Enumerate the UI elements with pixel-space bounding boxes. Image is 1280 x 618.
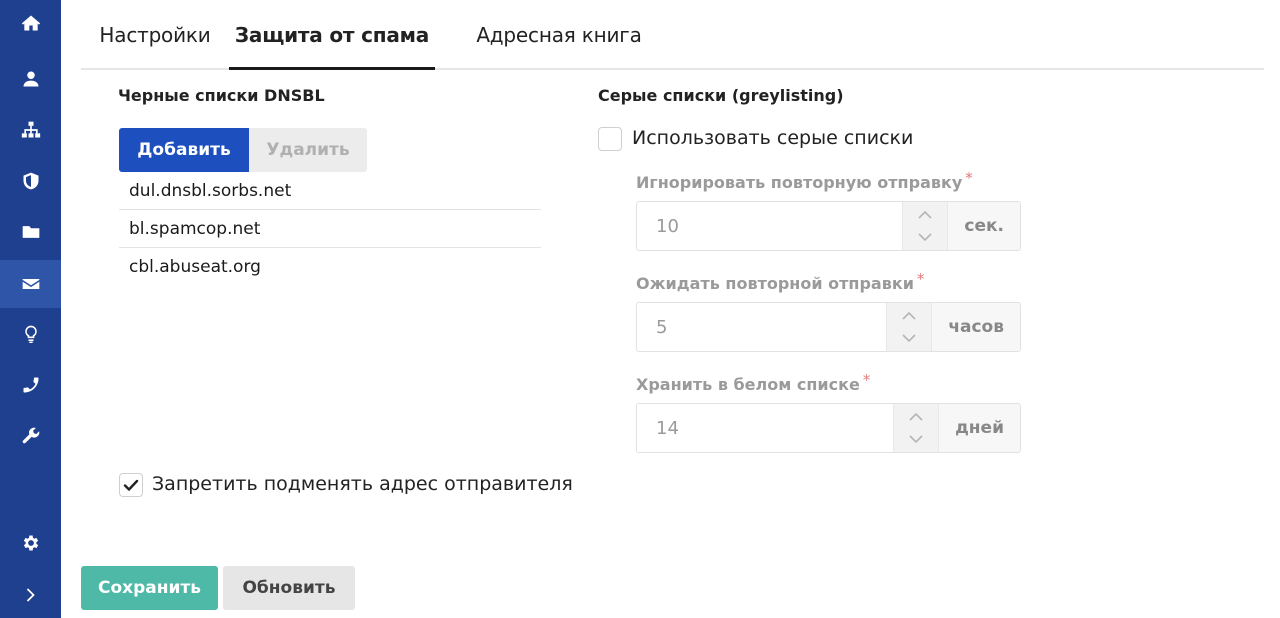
whitelist-keep-label: Хранить в белом списке * xyxy=(636,371,870,394)
active-tab-indicator xyxy=(229,67,435,70)
chevron-down-icon xyxy=(902,334,916,343)
field-label-text: Игнорировать повторную отправку xyxy=(636,173,963,192)
delete-button[interactable]: Удалить xyxy=(249,128,367,172)
chevron-up-icon xyxy=(909,412,923,421)
save-button[interactable]: Сохранить xyxy=(81,566,218,610)
sender-check-checkbox[interactable] xyxy=(119,473,143,497)
list-item[interactable]: dul.dnsbl.sorbs.net xyxy=(119,172,541,210)
refresh-button[interactable]: Обновить xyxy=(223,566,355,610)
stepper-down[interactable] xyxy=(903,227,948,247)
chevron-right-icon xyxy=(26,588,35,602)
sidebar-item-ideas[interactable] xyxy=(0,311,61,357)
wrench-icon xyxy=(22,427,39,444)
wait-resend-label: Ожидать повторной отправки * xyxy=(636,270,924,293)
shield-icon xyxy=(23,172,38,190)
required-marker: * xyxy=(965,169,973,187)
folder-icon xyxy=(22,226,39,238)
sidebar-expand[interactable] xyxy=(0,572,61,618)
sidebar-item-users[interactable] xyxy=(0,56,61,102)
ignore-resend-field: 10 сек. xyxy=(636,201,1021,251)
sitemap-icon xyxy=(21,121,40,138)
field-label-text: Ожидать повторной отправки xyxy=(636,274,914,293)
home-icon xyxy=(21,15,40,31)
list-item[interactable]: cbl.abuseat.org xyxy=(119,248,541,286)
sidebar-item-home[interactable] xyxy=(0,0,61,46)
greylisting-enable-checkbox[interactable] xyxy=(598,127,622,151)
stepper-up[interactable] xyxy=(887,306,932,326)
add-button[interactable]: Добавить xyxy=(119,128,249,172)
tab-spam-protection[interactable]: Защита от спама xyxy=(229,0,435,70)
wait-resend-field: 5 часов xyxy=(636,302,1021,352)
checkmark-icon xyxy=(123,479,139,491)
tab-settings[interactable]: Настройки xyxy=(81,0,229,70)
sender-check-label: Запретить подменять адрес отправителя xyxy=(152,473,573,495)
required-marker: * xyxy=(916,270,925,288)
gear-icon xyxy=(23,535,38,551)
sidebar-item-structure[interactable] xyxy=(0,107,61,153)
tab-bar: Настройки Защита от спама Адресная книга xyxy=(81,0,1264,70)
lightbulb-icon xyxy=(24,325,37,343)
chevron-down-icon xyxy=(918,233,932,242)
whitelist-keep-stepper xyxy=(893,404,939,452)
stepper-down[interactable] xyxy=(894,429,939,449)
sidebar-item-security[interactable] xyxy=(0,158,61,204)
whitelist-keep-field: 14 дней xyxy=(636,403,1021,453)
sidebar-item-files[interactable] xyxy=(0,209,61,255)
stepper-down[interactable] xyxy=(887,328,932,348)
sidebar xyxy=(0,0,61,618)
sidebar-item-settings[interactable] xyxy=(0,520,61,566)
unit-label: сек. xyxy=(947,202,1020,250)
chevron-down-icon xyxy=(909,435,923,444)
unit-label: часов xyxy=(931,303,1020,351)
list-item[interactable]: bl.spamcop.net xyxy=(119,210,541,248)
chevron-up-icon xyxy=(902,311,916,320)
stepper-up[interactable] xyxy=(894,407,939,427)
ignore-resend-stepper xyxy=(902,202,948,250)
user-icon xyxy=(23,71,38,87)
ignore-resend-label: Игнорировать повторную отправку * xyxy=(636,169,973,192)
wait-resend-stepper xyxy=(886,303,932,351)
whitelist-keep-input[interactable]: 14 xyxy=(637,404,893,452)
chevron-up-icon xyxy=(918,210,932,219)
greylisting-title: Серые списки (greylisting) xyxy=(598,86,844,105)
ignore-resend-input[interactable]: 10 xyxy=(637,202,902,250)
envelope-icon xyxy=(22,279,39,289)
unit-label: дней xyxy=(938,404,1020,452)
sidebar-item-tools[interactable] xyxy=(0,413,61,459)
greylisting-enable-label: Использовать серые списки xyxy=(632,127,914,149)
dnsbl-title: Черные списки DNSBL xyxy=(118,86,325,105)
field-label-text: Хранить в белом списке xyxy=(636,375,860,394)
tab-address-book[interactable]: Адресная книга xyxy=(435,0,683,70)
phone-icon xyxy=(23,377,38,393)
sidebar-item-telephony[interactable] xyxy=(0,362,61,408)
wait-resend-input[interactable]: 5 xyxy=(637,303,886,351)
sidebar-item-mail[interactable] xyxy=(0,260,61,308)
stepper-up[interactable] xyxy=(903,205,948,225)
dnsbl-list: dul.dnsbl.sorbs.net bl.spamcop.net cbl.a… xyxy=(119,172,541,286)
required-marker: * xyxy=(862,371,871,389)
